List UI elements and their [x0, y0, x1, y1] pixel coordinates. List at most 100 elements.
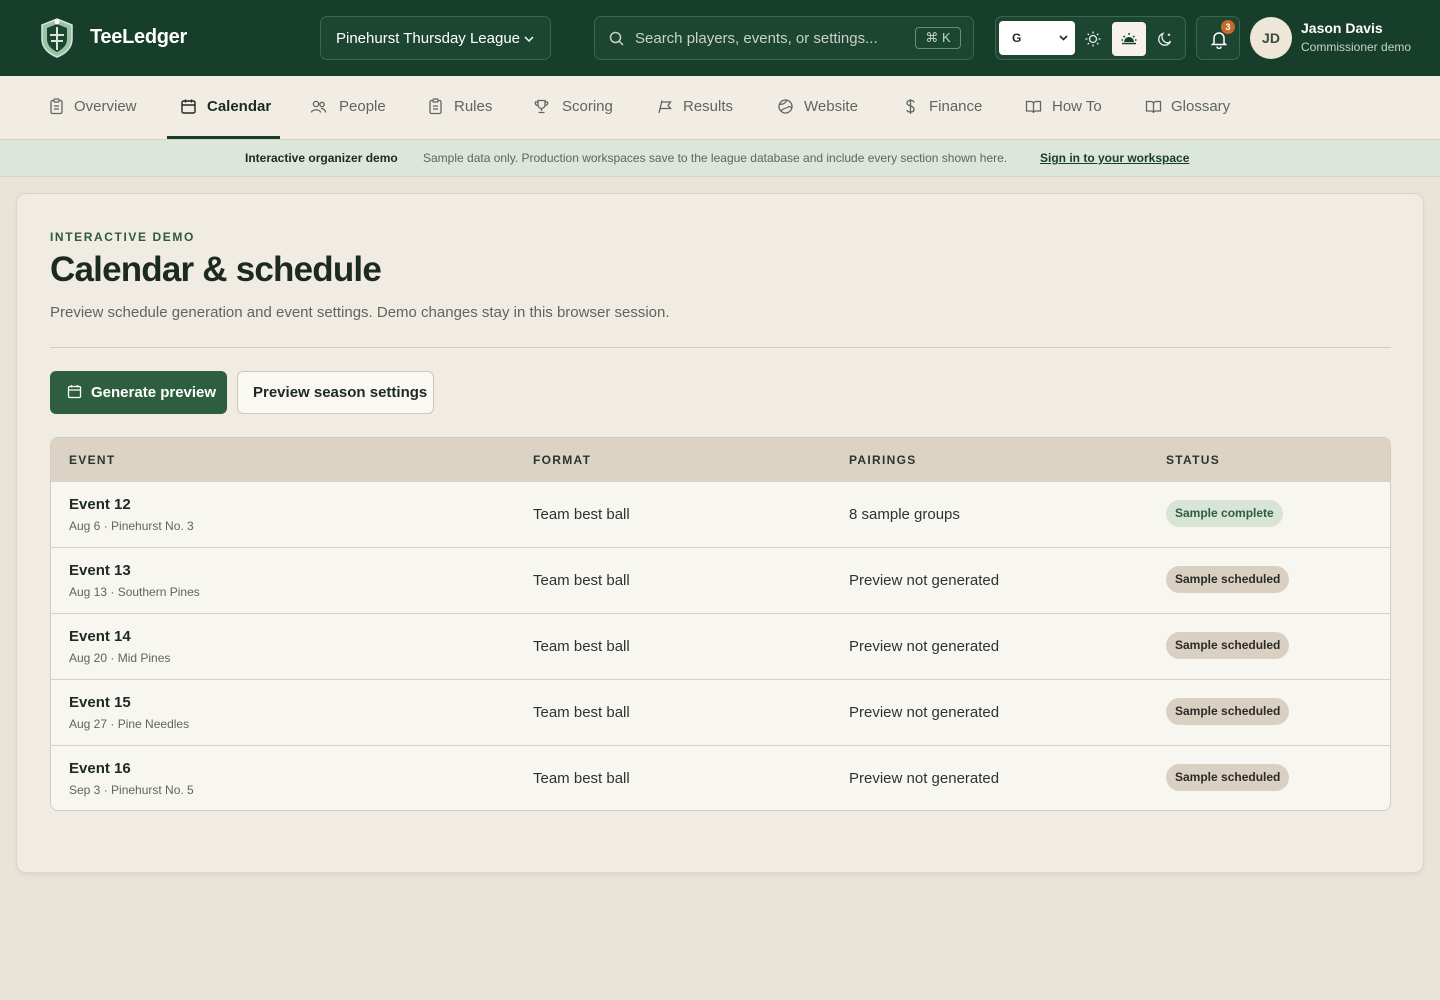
table-header: EVENT FORMAT PAIRINGS STATUS	[51, 438, 1390, 481]
light-theme-button[interactable]	[1076, 22, 1110, 56]
event-format: Team best ball	[533, 506, 630, 523]
tab-website[interactable]: Website	[777, 76, 861, 140]
status-badge: Sample scheduled	[1166, 698, 1290, 725]
tab-label: Finance	[929, 98, 983, 115]
status-badge: Sample scheduled	[1166, 566, 1290, 593]
search-shortcut-badge: ⌘ K	[915, 27, 961, 49]
event-name: Event 12	[69, 496, 131, 513]
event-pairings: Preview not generated	[849, 770, 1000, 787]
events-table: EVENT FORMAT PAIRINGS STATUS Event 12 Au…	[50, 437, 1391, 811]
clipboard-icon	[50, 98, 63, 115]
tab-results[interactable]: Results	[656, 76, 736, 140]
page-eyebrow: INTERACTIVE DEMO	[50, 230, 195, 244]
event-meta: Aug 6 · Pinehurst No. 3	[69, 519, 194, 533]
user-name[interactable]: Jason Davis	[1301, 20, 1383, 36]
tab-calendar[interactable]: Calendar	[180, 76, 272, 140]
notifications-button[interactable]: 3	[1196, 16, 1240, 60]
page-subtitle: Preview schedule generation and event se…	[50, 304, 670, 321]
tab-label: Overview	[74, 98, 137, 115]
event-name: Event 13	[69, 562, 131, 579]
tab-label: Calendar	[207, 98, 272, 115]
column-header-status: STATUS	[1166, 453, 1221, 467]
status-badge: Sample complete	[1166, 500, 1283, 527]
column-header-pairings: PAIRINGS	[849, 453, 917, 467]
theme-switcher: G	[995, 16, 1186, 60]
tab-people[interactable]: People	[310, 76, 386, 140]
event-format: Team best ball	[533, 770, 630, 787]
event-pairings: 8 sample groups	[849, 506, 960, 523]
event-format: Team best ball	[533, 704, 630, 721]
avatar[interactable]: JD	[1250, 17, 1292, 59]
clipboard-icon	[429, 98, 442, 115]
dark-theme-button[interactable]	[1148, 22, 1182, 56]
generate-preview-button[interactable]: Generate preview	[50, 371, 227, 414]
demo-banner: Interactive organizer demo Sample data o…	[0, 140, 1440, 177]
top-bar: TeeLedger Pinehurst Thursday League Sear…	[0, 0, 1440, 76]
sunrise-icon	[1121, 33, 1137, 45]
dollar-icon	[906, 99, 915, 114]
table-row[interactable]: Event 12 Aug 6 · Pinehurst No. 3 Team be…	[51, 481, 1390, 547]
calendar-icon	[67, 385, 82, 399]
tab-how-to[interactable]: How To	[1025, 76, 1105, 140]
tab-finance[interactable]: Finance	[902, 76, 984, 140]
table-row[interactable]: Event 16 Sep 3 · Pinehurst No. 5 Team be…	[51, 745, 1390, 810]
sun-icon	[1085, 31, 1101, 47]
main-nav: Overview Calendar People Rules Scoring R…	[0, 76, 1440, 140]
chevron-down-icon	[1059, 35, 1068, 41]
tab-label: Scoring	[562, 98, 613, 115]
event-name: Event 16	[69, 760, 131, 777]
divider	[50, 347, 1391, 348]
shield-logo-icon[interactable]	[38, 17, 76, 59]
tab-overview[interactable]: Overview	[48, 76, 140, 140]
event-name: Event 14	[69, 628, 131, 645]
banner-title: Interactive organizer demo	[245, 151, 398, 165]
button-label: Preview season settings	[253, 384, 428, 401]
globe-icon	[778, 99, 793, 114]
event-meta: Aug 13 · Southern Pines	[69, 585, 200, 599]
event-format: Team best ball	[533, 572, 630, 589]
event-pairings: Preview not generated	[849, 704, 1000, 721]
trophy-icon	[534, 99, 549, 114]
column-header-format: FORMAT	[533, 453, 592, 467]
league-selector[interactable]: Pinehurst Thursday League	[320, 16, 551, 60]
sign-in-link[interactable]: Sign in to your workspace	[1040, 151, 1189, 165]
league-selector-label: Pinehurst Thursday League	[336, 30, 521, 47]
tab-label: Rules	[454, 98, 493, 115]
calendar-icon	[181, 99, 196, 114]
page-title: Calendar & schedule	[50, 250, 382, 289]
tab-scoring[interactable]: Scoring	[533, 76, 615, 140]
status-badge: Sample scheduled	[1166, 764, 1290, 791]
people-icon	[310, 100, 327, 113]
event-name: Event 15	[69, 694, 131, 711]
tab-glossary[interactable]: Glossary	[1145, 76, 1237, 140]
tab-rules[interactable]: Rules	[427, 76, 493, 140]
table-row[interactable]: Event 15 Aug 27 · Pine Needles Team best…	[51, 679, 1390, 745]
preview-season-settings-button[interactable]: Preview season settings	[237, 371, 434, 414]
event-format: Team best ball	[533, 638, 630, 655]
banner-text: Sample data only. Production workspaces …	[423, 151, 1008, 165]
tab-label: How To	[1052, 98, 1102, 115]
chevron-down-icon	[524, 36, 534, 43]
table-row[interactable]: Event 13 Aug 13 · Southern Pines Team be…	[51, 547, 1390, 613]
event-pairings: Preview not generated	[849, 638, 1000, 655]
tab-label: People	[339, 98, 386, 115]
button-label: Generate preview	[91, 384, 217, 401]
status-badge: Sample scheduled	[1166, 632, 1290, 659]
book-icon	[1145, 100, 1162, 114]
book-icon	[1025, 100, 1042, 114]
theme-select[interactable]: G	[999, 21, 1075, 55]
user-role: Commissioner demo	[1301, 40, 1412, 54]
moon-icon	[1158, 32, 1172, 46]
theme-select-value: G	[1012, 31, 1022, 45]
column-header-event: EVENT	[69, 453, 116, 467]
active-tab-indicator	[167, 136, 280, 139]
event-meta: Aug 20 · Mid Pines	[69, 651, 171, 665]
tab-label: Website	[804, 98, 858, 115]
tab-label: Glossary	[1171, 98, 1231, 115]
search-icon	[609, 31, 624, 46]
flag-icon	[658, 100, 672, 114]
search-input[interactable]: Search players, events, or settings... ⌘…	[594, 16, 974, 60]
sunrise-theme-button[interactable]	[1112, 22, 1146, 56]
brand-name[interactable]: TeeLedger	[90, 26, 187, 49]
table-row[interactable]: Event 14 Aug 20 · Mid Pines Team best ba…	[51, 613, 1390, 679]
